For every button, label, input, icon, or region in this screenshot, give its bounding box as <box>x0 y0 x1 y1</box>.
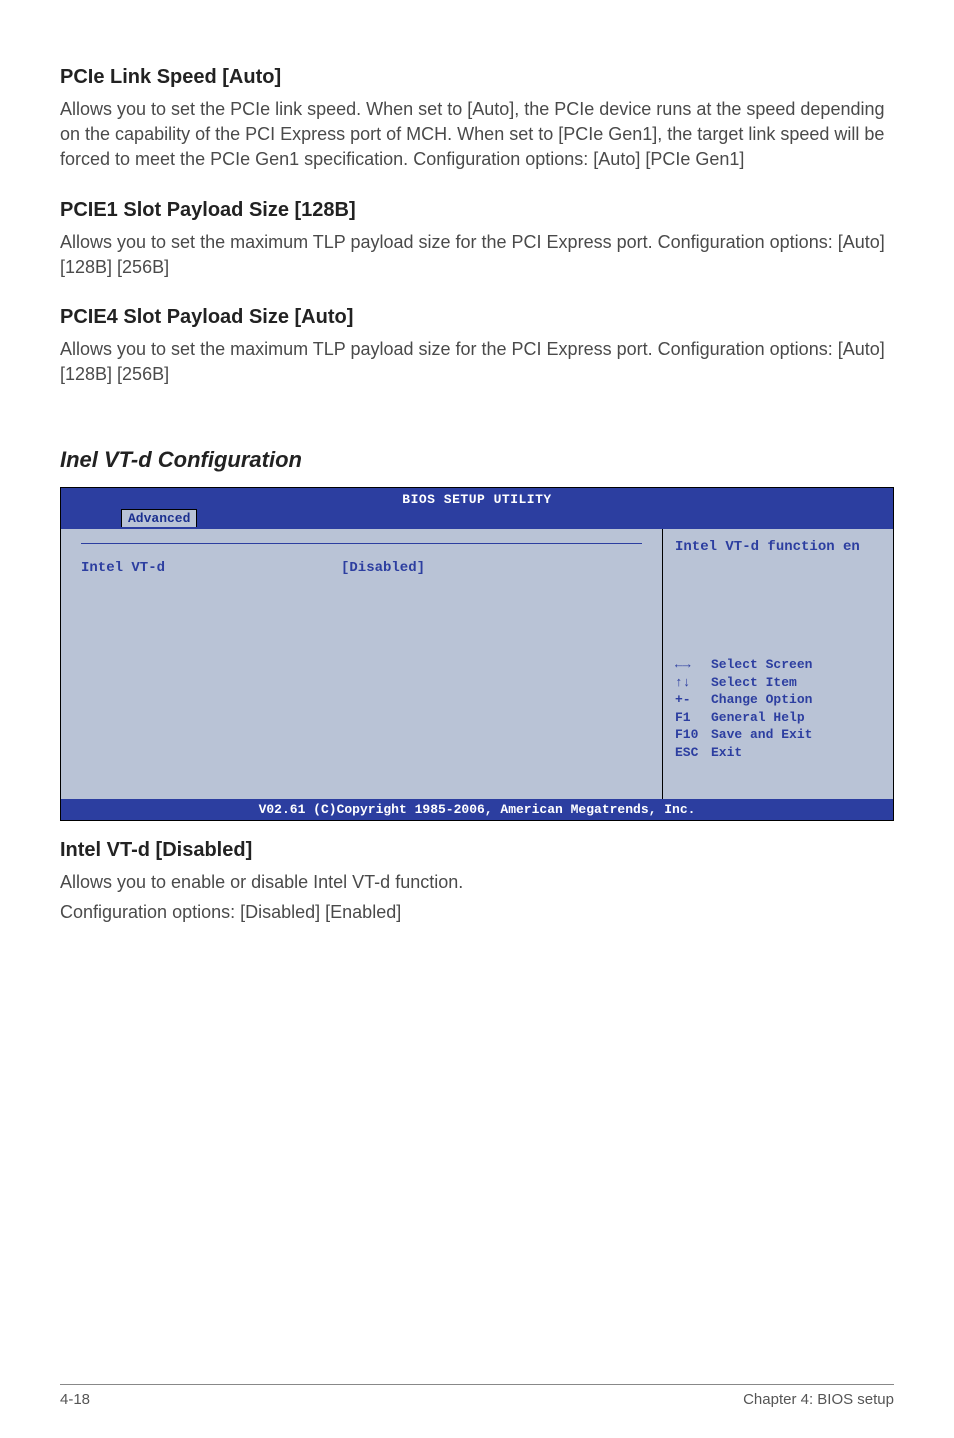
heading-pcie1-slot: PCIE1 Slot Payload Size [128B] <box>60 199 894 222</box>
bios-nav-key: ESC <box>675 744 711 762</box>
bios-nav-row: F10 Save and Exit <box>675 726 881 744</box>
body-intel-vtd-1: Allows you to enable or disable Intel VT… <box>60 870 894 895</box>
bios-nav-key: F10 <box>675 726 711 744</box>
bios-nav-label: Save and Exit <box>711 726 812 744</box>
bios-nav-label: Change Option <box>711 691 812 709</box>
bios-help-text: Intel VT-d function en <box>675 539 881 555</box>
page-number: 4-18 <box>60 1391 90 1408</box>
bios-title: BIOS SETUP UTILITY <box>61 492 893 507</box>
bios-nav-key: +- <box>675 691 711 709</box>
bios-nav-row: ↑↓ Select Item <box>675 674 881 692</box>
bios-nav-key: ↑↓ <box>675 674 711 692</box>
bios-nav-row: F1 General Help <box>675 709 881 727</box>
bios-nav-row: ←→ Select Screen <box>675 656 881 674</box>
body-intel-vtd-2: Configuration options: [Disabled] [Enabl… <box>60 900 894 925</box>
bios-right-pane: Intel VT-d function en ←→ Select Screen … <box>663 529 893 799</box>
bios-setting-label: Intel VT-d <box>81 560 341 576</box>
bios-setting-value: [Disabled] <box>341 560 425 576</box>
page-footer: 4-18 Chapter 4: BIOS setup <box>60 1384 894 1408</box>
bios-nav-key: ←→ <box>675 656 711 674</box>
bios-nav-label: Exit <box>711 744 742 762</box>
bios-nav-label: Select Screen <box>711 656 812 674</box>
section-pcie-link-speed: PCIe Link Speed [Auto] Allows you to set… <box>60 66 894 173</box>
bios-nav-label: General Help <box>711 709 805 727</box>
bios-header: BIOS SETUP UTILITY Advanced <box>61 488 893 529</box>
bios-main: Intel VT-d [Disabled] Intel VT-d functio… <box>61 529 893 799</box>
bios-tab-advanced: Advanced <box>121 509 197 527</box>
section-intel-vtd: Intel VT-d [Disabled] Allows you to enab… <box>60 839 894 924</box>
body-pcie-link-speed: Allows you to set the PCIe link speed. W… <box>60 97 894 173</box>
bios-nav-row: +- Change Option <box>675 691 881 709</box>
heading-intel-vtd: Intel VT-d [Disabled] <box>60 839 894 862</box>
chapter-label: Chapter 4: BIOS setup <box>743 1391 894 1408</box>
bios-nav-label: Select Item <box>711 674 797 692</box>
body-pcie1-slot: Allows you to set the maximum TLP payloa… <box>60 230 894 280</box>
bios-screenshot: BIOS SETUP UTILITY Advanced Intel VT-d [… <box>60 487 894 821</box>
bios-nav-key: F1 <box>675 709 711 727</box>
bios-nav-help: ←→ Select Screen ↑↓ Select Item +- Chang… <box>675 656 881 761</box>
heading-pcie4-slot: PCIE4 Slot Payload Size [Auto] <box>60 306 894 329</box>
bios-tabs: Advanced <box>61 509 893 527</box>
bios-left-pane: Intel VT-d [Disabled] <box>61 529 663 799</box>
bios-nav-row: ESC Exit <box>675 744 881 762</box>
bios-divider <box>81 543 642 544</box>
heading-pcie-link-speed: PCIe Link Speed [Auto] <box>60 66 894 89</box>
section-pcie1-slot: PCIE1 Slot Payload Size [128B] Allows yo… <box>60 199 894 280</box>
heading-vtd-config: Inel VT-d Configuration <box>60 447 894 473</box>
bios-footer: V02.61 (C)Copyright 1985-2006, American … <box>61 799 893 820</box>
body-pcie4-slot: Allows you to set the maximum TLP payloa… <box>60 337 894 387</box>
section-pcie4-slot: PCIE4 Slot Payload Size [Auto] Allows yo… <box>60 306 894 387</box>
bios-setting-row: Intel VT-d [Disabled] <box>81 560 642 576</box>
